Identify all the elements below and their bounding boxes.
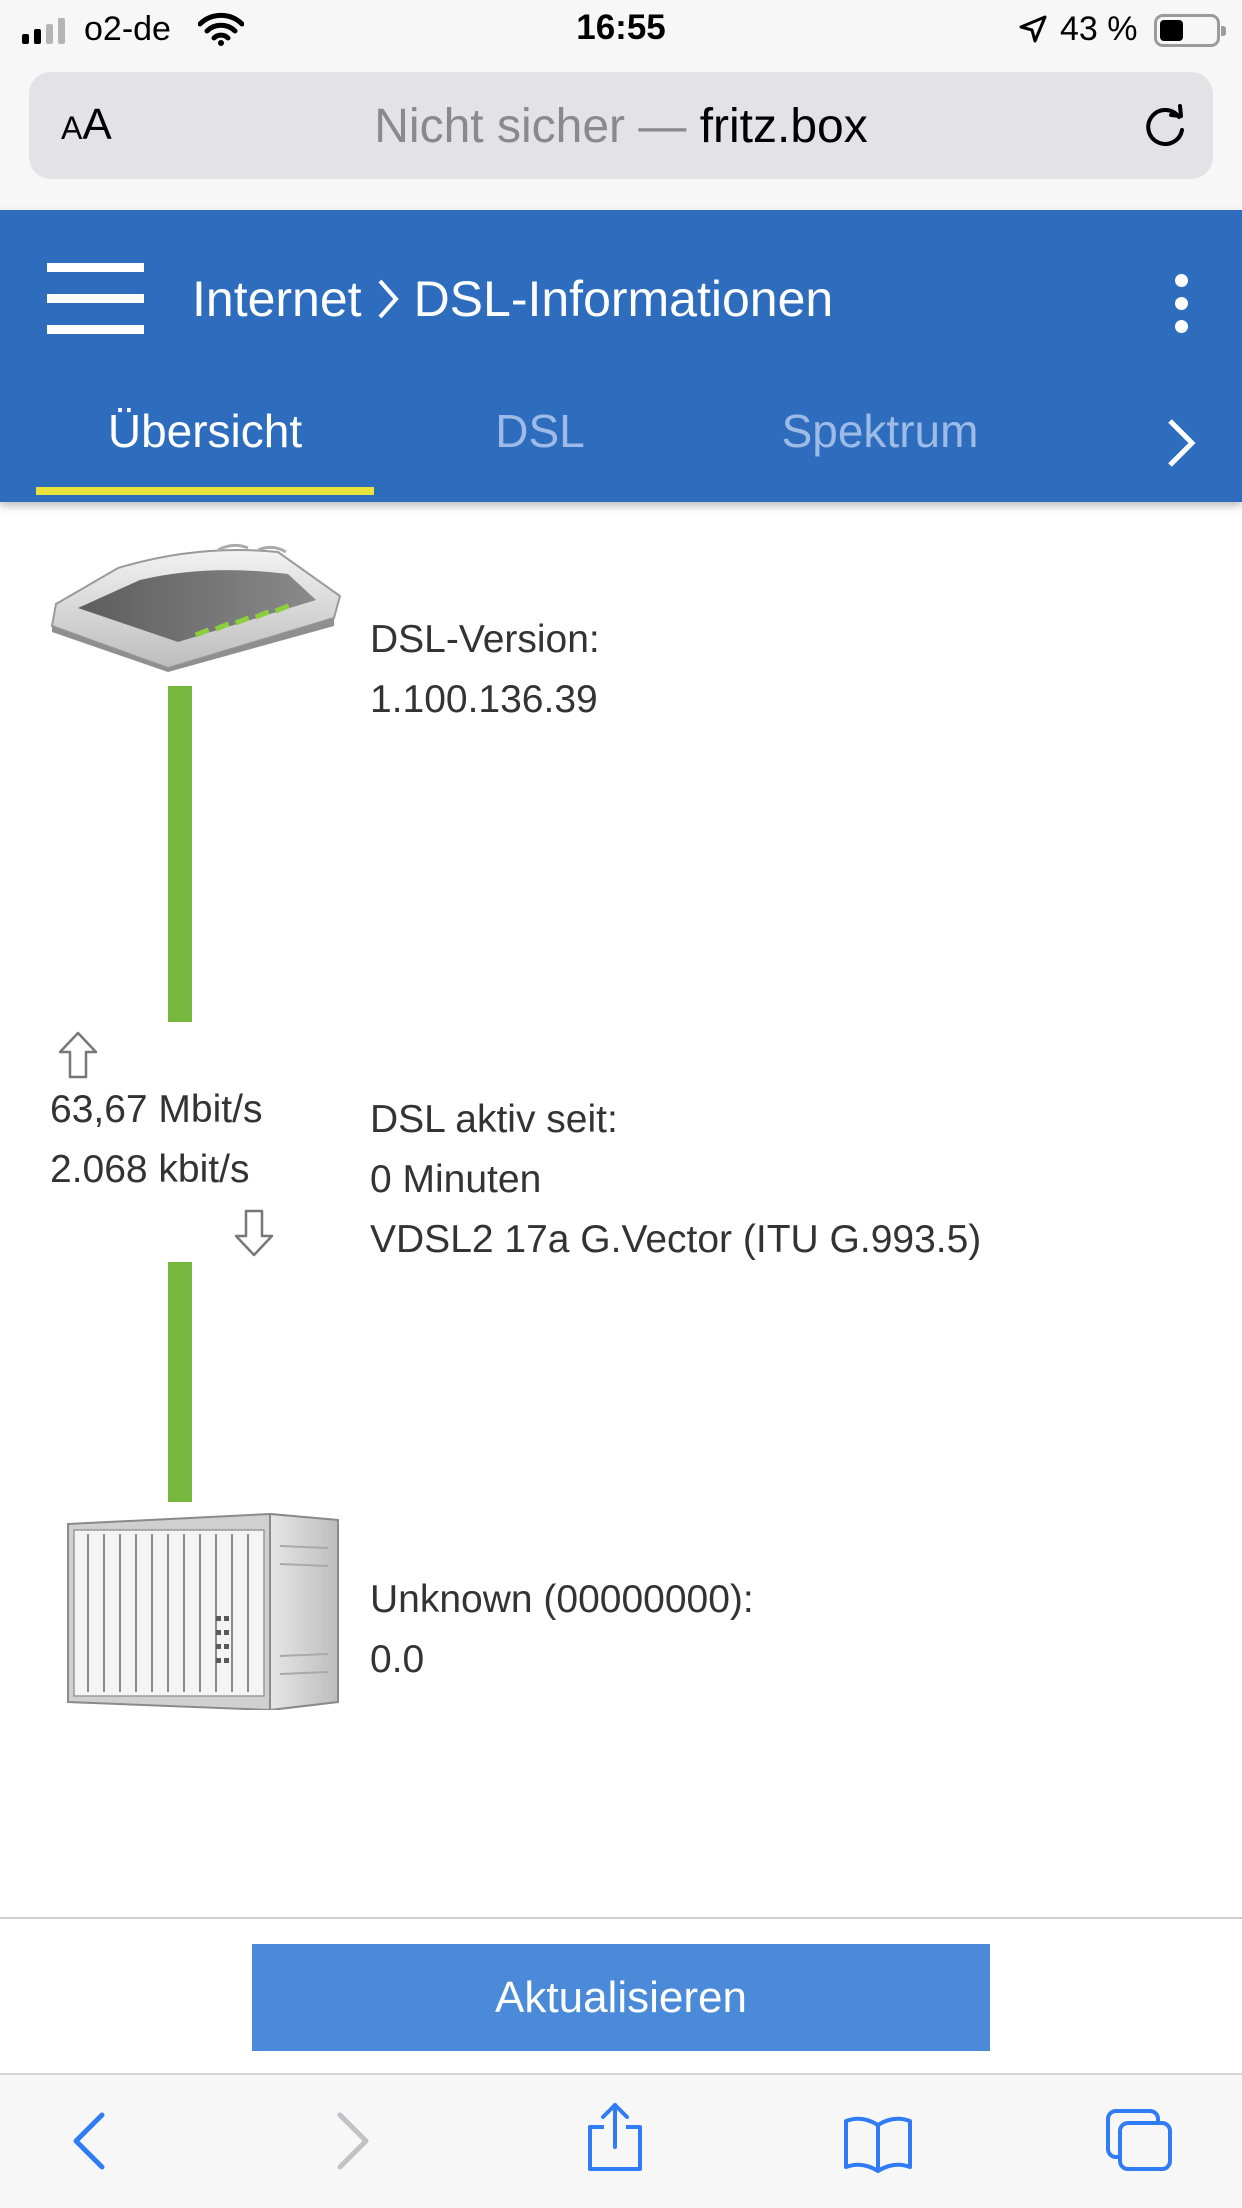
security-warning: Nicht sicher — bbox=[374, 100, 687, 153]
battery-percentage: 43 % bbox=[1060, 10, 1138, 48]
bookmarks-icon[interactable] bbox=[842, 2115, 914, 2178]
status-bar: o2-de 16:55 43 % bbox=[0, 0, 1242, 64]
router-info: DSL-Version: 1.100.136.39 bbox=[370, 610, 600, 730]
active-tab-indicator bbox=[36, 487, 374, 495]
refresh-button[interactable]: Aktualisieren bbox=[252, 1944, 990, 2051]
upload-arrow-icon bbox=[56, 1030, 100, 1085]
chevron-right-icon bbox=[376, 277, 400, 321]
connection-info: DSL aktiv seit: 0 Minuten VDSL2 17a G.Ve… bbox=[370, 1090, 981, 1270]
browser-address-bar: AA Nicht sicher — fritz.box bbox=[0, 64, 1242, 210]
menu-icon[interactable] bbox=[47, 263, 144, 335]
dsl-active-duration: 0 Minuten bbox=[370, 1158, 542, 1201]
address-field[interactable]: AA Nicht sicher — fritz.box bbox=[29, 72, 1213, 179]
breadcrumb-internet[interactable]: Internet bbox=[192, 270, 362, 328]
dslam-link-line bbox=[168, 1262, 192, 1502]
share-icon[interactable] bbox=[584, 2101, 646, 2178]
dslam-label: Unknown (00000000): bbox=[370, 1578, 754, 1621]
tab-spektrum[interactable]: Spektrum bbox=[740, 400, 1020, 496]
tabs-icon[interactable] bbox=[1104, 2107, 1176, 2180]
router-icon bbox=[48, 538, 344, 677]
back-icon[interactable] bbox=[66, 2109, 112, 2178]
app-header: Internet DSL-Informationen Übersicht DSL… bbox=[0, 210, 1242, 502]
breadcrumb: Internet DSL-Informationen bbox=[192, 270, 833, 328]
footer-divider bbox=[0, 1917, 1242, 1919]
dslam-rack-icon bbox=[66, 1506, 340, 1715]
dsl-version-value: 1.100.136.39 bbox=[370, 678, 598, 721]
tab-uebersicht[interactable]: Übersicht bbox=[36, 400, 374, 496]
upstream-rate: 63,67 Mbit/s bbox=[50, 1088, 263, 1131]
dsl-version-label: DSL-Version: bbox=[370, 618, 600, 661]
dsl-standard: VDSL2 17a G.Vector (ITU G.993.5) bbox=[370, 1218, 982, 1261]
browser-toolbar bbox=[0, 2073, 1242, 2208]
more-options-icon[interactable] bbox=[1166, 274, 1196, 334]
router-link-line bbox=[168, 686, 192, 1022]
dsl-active-since-label: DSL aktiv seit: bbox=[370, 1098, 618, 1141]
reload-icon[interactable] bbox=[1139, 100, 1191, 157]
dslam-value: 0.0 bbox=[370, 1638, 425, 1681]
url-display[interactable]: Nicht sicher — fritz.box bbox=[29, 99, 1213, 154]
battery-icon bbox=[1154, 14, 1226, 47]
battery-level-fill bbox=[1160, 20, 1183, 41]
breadcrumb-dsl-informationen: DSL-Informationen bbox=[413, 271, 834, 327]
downstream-rate: 2.068 kbit/s bbox=[50, 1148, 250, 1191]
download-arrow-icon bbox=[232, 1208, 276, 1263]
forward-icon[interactable] bbox=[330, 2109, 376, 2178]
location-arrow-icon bbox=[1018, 14, 1048, 49]
tabs-next-chevron-icon[interactable] bbox=[1164, 415, 1198, 476]
clock: 16:55 bbox=[576, 8, 666, 47]
url-host: fritz.box bbox=[699, 100, 868, 153]
tab-dsl[interactable]: DSL bbox=[410, 400, 670, 496]
dslam-info: Unknown (00000000): 0.0 bbox=[370, 1570, 754, 1690]
